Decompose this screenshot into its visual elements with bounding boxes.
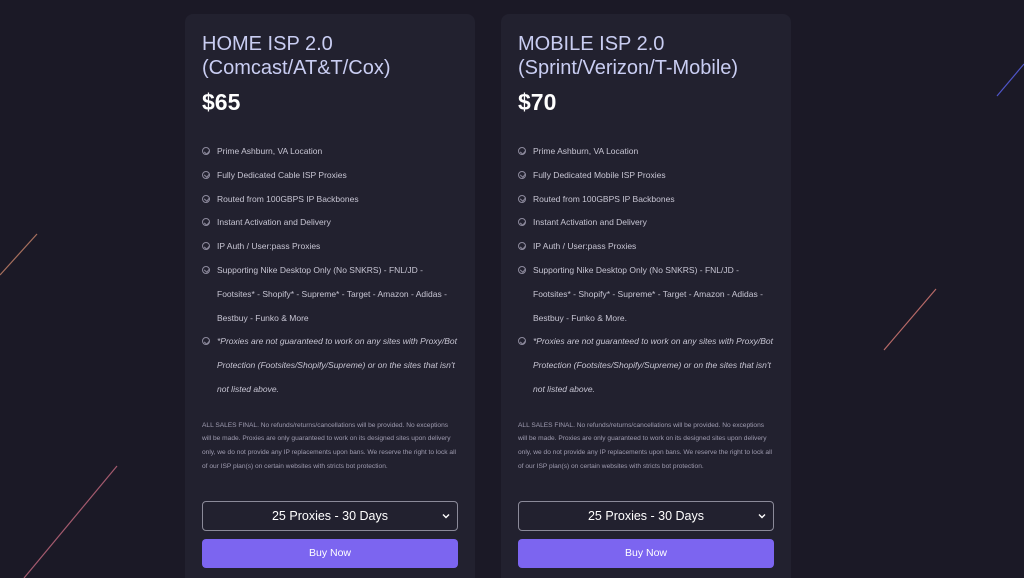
feature-item: Fully Dedicated Mobile ISP Proxies — [518, 164, 774, 188]
feature-text: IP Auth / User:pass Proxies — [217, 241, 321, 252]
check-circle-icon — [518, 218, 526, 227]
plan-title: MOBILE ISP 2.0 (Sprint/Verizon/T-Mobile) — [518, 32, 774, 82]
select-value: 25 Proxies - 30 Days — [271, 508, 389, 523]
feature-text: Supporting Nike Desktop Only (No SNKRS) … — [533, 264, 763, 323]
feature-item: Instant Activation and Delivery — [518, 211, 774, 235]
feature-item: Routed from 100GBPS IP Backbones — [202, 188, 458, 212]
feature-text: *Proxies are not guaranteed to work on a… — [533, 336, 774, 394]
plan-price: $65 — [202, 89, 241, 115]
check-circle-icon — [518, 170, 526, 179]
buy-now-button[interactable]: Buy Now — [518, 538, 774, 568]
plan-price: $70 — [518, 89, 557, 115]
feature-item: Supporting Nike Desktop Only (No SNKRS) … — [518, 259, 774, 330]
feature-text: Fully Dedicated Mobile ISP Proxies — [533, 169, 666, 180]
feature-item: Routed from 100GBPS IP Backbones — [518, 188, 774, 212]
decor-line — [23, 465, 118, 578]
buy-now-button[interactable]: Buy Now — [202, 538, 458, 568]
feature-text: Instant Activation and Delivery — [533, 217, 647, 228]
select-value: 25 Proxies - 30 Days — [587, 508, 705, 523]
plan-card-home-isp: HOME ISP 2.0 (Comcast/AT&T/Cox) $65 Prim… — [185, 14, 475, 578]
plan-title-line1: HOME ISP 2.0 — [202, 33, 333, 55]
feature-item: Prime Ashburn, VA Location — [202, 140, 458, 164]
check-circle-icon — [202, 242, 210, 251]
check-circle-icon — [518, 337, 526, 346]
feature-item: Supporting Nike Desktop Only (No SNKRS) … — [202, 259, 458, 330]
feature-text: Fully Dedicated Cable ISP Proxies — [217, 169, 347, 180]
plan-title-line2: (Sprint/Verizon/T-Mobile) — [518, 57, 739, 79]
chevron-down-icon — [442, 513, 450, 519]
feature-item: Prime Ashburn, VA Location — [518, 140, 774, 164]
feature-text: Prime Ashburn, VA Location — [533, 146, 639, 156]
feature-list: Prime Ashburn, VA Location Fully Dedicat… — [202, 140, 458, 402]
check-circle-icon — [202, 194, 210, 203]
decor-line — [996, 63, 1024, 97]
feature-text: IP Auth / User:pass Proxies — [533, 241, 637, 252]
check-circle-icon — [518, 147, 526, 155]
feature-item-warning: *Proxies are not guaranteed to work on a… — [518, 330, 774, 401]
feature-list: Prime Ashburn, VA Location Fully Dedicat… — [518, 140, 774, 402]
feature-item: IP Auth / User:pass Proxies — [518, 235, 774, 259]
feature-text: Supporting Nike Desktop Only (No SNKRS) … — [217, 264, 447, 323]
feature-item: Instant Activation and Delivery — [202, 211, 458, 235]
check-circle-icon — [202, 218, 210, 227]
feature-text: Instant Activation and Delivery — [217, 217, 331, 228]
sales-disclaimer: ALL SALES FINAL. No refunds/returns/canc… — [202, 421, 457, 470]
feature-text: Prime Ashburn, VA Location — [217, 146, 323, 156]
feature-item: IP Auth / User:pass Proxies — [202, 235, 458, 259]
feature-text: *Proxies are not guaranteed to work on a… — [217, 336, 458, 394]
duration-select[interactable]: 25 Proxies - 30 Days — [202, 500, 458, 531]
plan-card-mobile-isp: MOBILE ISP 2.0 (Sprint/Verizon/T-Mobile)… — [501, 14, 791, 578]
plan-title: HOME ISP 2.0 (Comcast/AT&T/Cox) — [202, 32, 458, 82]
plan-title-line1: MOBILE ISP 2.0 — [518, 33, 665, 55]
check-circle-icon — [202, 337, 210, 346]
feature-item: Fully Dedicated Cable ISP Proxies — [202, 164, 458, 188]
check-circle-icon — [202, 147, 210, 155]
feature-text: Routed from 100GBPS IP Backbones — [217, 193, 359, 204]
duration-select[interactable]: 25 Proxies - 30 Days — [518, 500, 774, 531]
chevron-down-icon — [758, 513, 766, 519]
check-circle-icon — [202, 265, 210, 274]
decor-line — [883, 288, 937, 351]
sales-disclaimer: ALL SALES FINAL. No refunds/returns/canc… — [518, 421, 773, 470]
decor-line — [0, 233, 38, 276]
feature-item-warning: *Proxies are not guaranteed to work on a… — [202, 330, 458, 401]
check-circle-icon — [518, 194, 526, 203]
feature-text: Routed from 100GBPS IP Backbones — [533, 193, 675, 204]
check-circle-icon — [202, 170, 210, 179]
check-circle-icon — [518, 265, 526, 274]
check-circle-icon — [518, 242, 526, 251]
plan-title-line2: (Comcast/AT&T/Cox) — [202, 57, 391, 79]
